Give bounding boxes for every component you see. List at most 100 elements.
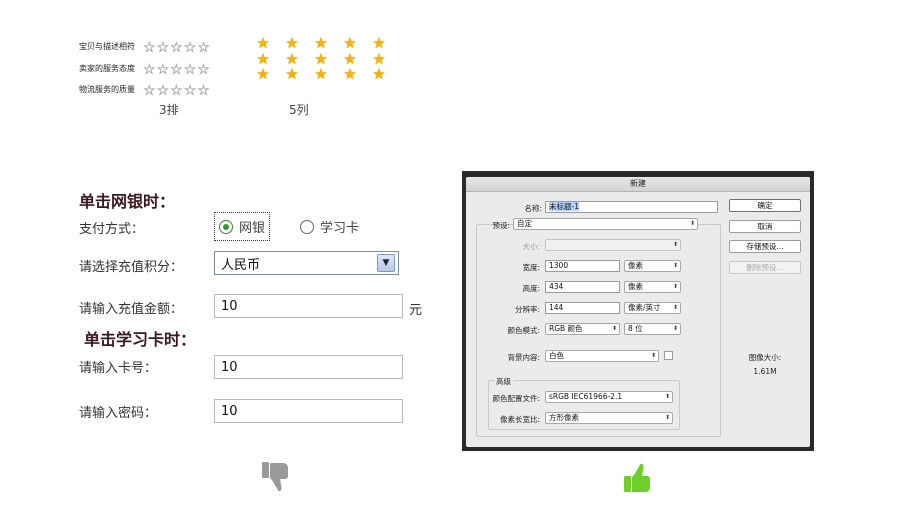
width-label: 宽度: — [522, 263, 540, 272]
rating-label: 卖家的服务态度 — [79, 63, 135, 73]
star-filled-icon: ★ — [256, 65, 270, 83]
radio-study-card[interactable]: 学习卡 — [300, 217, 359, 236]
chevron-updown-icon: ⬍ — [672, 283, 678, 290]
password-input[interactable]: 10 — [214, 399, 403, 423]
star-icon[interactable]: ☆ — [156, 84, 169, 99]
card-section-title: 单击学习卡时： — [84, 330, 197, 349]
thumbs-up-icon — [624, 463, 650, 492]
star-filled-icon: ★ — [372, 65, 386, 83]
height-unit: 像素 — [628, 282, 643, 291]
chevron-updown-icon: ⬍ — [689, 220, 695, 227]
amount-label: 请输入充值金额： — [79, 302, 184, 317]
payment-method-radios: 网银 学习卡 — [214, 212, 389, 241]
rating-row: 物流服务的质量 ☆☆☆☆☆ — [79, 79, 211, 101]
empty-stars[interactable]: ☆☆☆☆☆ — [143, 59, 211, 78]
rating-row: 卖家的服务态度 ☆☆☆☆☆ — [79, 58, 211, 80]
rating-label: 宝贝与描述相符 — [79, 42, 135, 52]
background-color-swatch[interactable] — [664, 351, 673, 360]
empty-stars[interactable]: ☆☆☆☆☆ — [143, 37, 211, 56]
height-unit-select[interactable]: 像素 ⬍ — [624, 281, 681, 293]
color-mode-label: 颜色模式: — [507, 326, 540, 335]
ok-button[interactable]: 确定 — [729, 199, 801, 212]
card-number-label: 请输入卡号： — [79, 361, 158, 376]
amount-input[interactable]: 10 — [214, 294, 403, 318]
color-profile-label: 颜色配置文件: — [492, 394, 540, 403]
save-preset-button[interactable]: 存储预设... — [729, 240, 801, 253]
star-icon[interactable]: ☆ — [170, 41, 183, 56]
star-icon[interactable]: ☆ — [170, 84, 183, 99]
chevron-updown-icon: ⬍ — [672, 304, 678, 311]
preset-label: 预设: — [492, 221, 510, 230]
rows-caption: 3排 — [159, 103, 179, 117]
name-label: 名称: — [524, 204, 542, 213]
resolution-label: 分辨率: — [514, 305, 540, 314]
delete-preset-button[interactable]: 删除预设... — [729, 261, 801, 274]
advanced-label: 高级 — [494, 376, 513, 387]
pixel-aspect-select[interactable]: 方形像素 ⬍ — [545, 412, 673, 424]
color-mode-value: RGB 颜色 — [549, 324, 583, 333]
star-icon[interactable]: ☆ — [183, 63, 196, 78]
radio-unchecked-icon[interactable] — [300, 219, 315, 234]
background-select[interactable]: 白色 ⬍ — [545, 350, 659, 362]
star-icon[interactable]: ☆ — [156, 41, 169, 56]
height-input[interactable]: 434 — [545, 281, 620, 293]
password-label: 请输入密码： — [79, 406, 158, 421]
chevron-updown-icon: ⬍ — [664, 393, 670, 400]
chevron-updown-icon: ⬍ — [650, 352, 656, 359]
dialog-body: 新建 名称: 未标题-1 预设: 自定 ⬍ 大小: ⬍ 宽度: 1300 像素 ⬍ … — [466, 177, 810, 447]
star-icon[interactable]: ☆ — [197, 84, 210, 99]
cancel-button[interactable]: 取消 — [729, 220, 801, 233]
star-icon[interactable]: ☆ — [143, 63, 156, 78]
star-filled-icon: ★ — [343, 65, 357, 83]
bank-section-title: 单击网银时： — [79, 192, 176, 211]
thumbs-down-icon — [262, 462, 288, 492]
image-size-value: 1.61M — [753, 367, 777, 376]
bit-depth-value: 8 位 — [628, 324, 643, 333]
dialog-title: 新建 — [466, 177, 810, 192]
resolution-unit: 像素/英寸 — [628, 303, 661, 312]
star-icon[interactable]: ☆ — [143, 84, 156, 99]
star-icon[interactable]: ☆ — [156, 63, 169, 78]
star-icon[interactable]: ☆ — [183, 41, 196, 56]
full-star-grid: ★ ★ ★ ★ ★ ★ ★ ★ ★ ★ ★ ★ ★ ★ ★ — [249, 36, 394, 83]
resolution-input[interactable]: 144 — [545, 302, 620, 314]
star-icon[interactable]: ☆ — [183, 84, 196, 99]
preset-select[interactable]: 自定 ⬍ — [513, 218, 698, 230]
width-input[interactable]: 1300 — [545, 260, 620, 272]
size-select[interactable]: ⬍ — [545, 239, 681, 251]
star-icon[interactable]: ☆ — [197, 63, 210, 78]
preset-value: 自定 — [517, 219, 532, 228]
color-mode-select[interactable]: RGB 颜色 ⬍ — [545, 323, 620, 335]
empty-stars[interactable]: ☆☆☆☆☆ — [143, 80, 211, 99]
amount-unit: 元 — [409, 303, 423, 318]
star-icon[interactable]: ☆ — [143, 41, 156, 56]
name-input[interactable]: 未标题-1 — [545, 201, 718, 213]
radio-online-bank[interactable]: 网银 — [214, 212, 271, 241]
points-label: 请选择充值积分： — [79, 260, 184, 275]
card-number-input[interactable]: 10 — [214, 355, 403, 379]
bit-depth-select[interactable]: 8 位 ⬍ — [624, 323, 681, 335]
image-size-label: 图像大小: — [748, 353, 782, 362]
points-select[interactable]: 人民币 ▼ — [214, 251, 399, 275]
background-label: 背景内容: — [507, 353, 540, 362]
star-filled-icon: ★ — [285, 65, 299, 83]
columns-caption: 5列 — [289, 103, 309, 117]
resolution-unit-select[interactable]: 像素/英寸 ⬍ — [624, 302, 681, 314]
chevron-updown-icon: ⬍ — [672, 325, 678, 332]
chevron-updown-icon: ⬍ — [672, 262, 678, 269]
payment-method-label: 支付方式： — [79, 222, 145, 237]
width-unit-select[interactable]: 像素 ⬍ — [624, 260, 681, 272]
star-icon[interactable]: ☆ — [197, 41, 210, 56]
rating-list: 宝贝与描述相符 ☆☆☆☆☆ 卖家的服务态度 ☆☆☆☆☆ 物流服务的质量 ☆☆☆☆… — [79, 36, 211, 101]
chevron-down-icon[interactable]: ▼ — [377, 254, 395, 272]
star-icon[interactable]: ☆ — [170, 63, 183, 78]
radio-checked-icon[interactable] — [219, 219, 233, 234]
background-value: 白色 — [549, 351, 564, 360]
radio-label: 学习卡 — [320, 221, 360, 236]
radio-label: 网银 — [239, 221, 266, 236]
chevron-updown-icon: ⬍ — [672, 241, 678, 248]
size-label: 大小: — [522, 242, 540, 251]
rating-label: 物流服务的质量 — [79, 85, 135, 95]
width-unit: 像素 — [628, 261, 643, 270]
color-profile-select[interactable]: sRGB IEC61966-2.1 ⬍ — [545, 391, 673, 403]
